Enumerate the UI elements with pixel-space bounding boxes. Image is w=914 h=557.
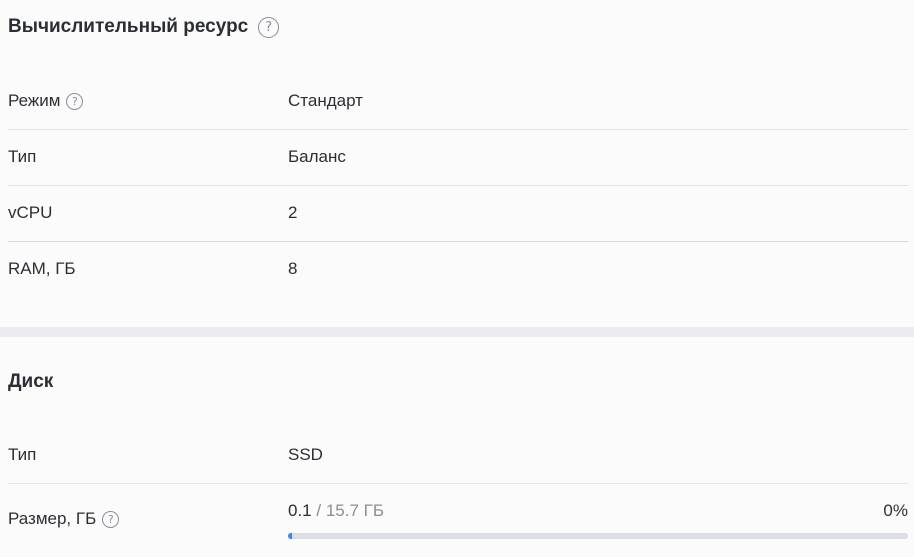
type-value: Баланс	[288, 147, 346, 166]
compute-row-vcpu: vCPU 2	[8, 185, 908, 242]
disk-type-label: Тип	[8, 445, 37, 464]
disk-usage-progress-bar	[288, 533, 908, 539]
vcpu-label: vCPU	[8, 203, 53, 222]
disk-type-value: SSD	[288, 445, 323, 464]
disk-usage-separator: /	[311, 501, 326, 520]
row-label-container: Тип	[8, 147, 288, 167]
disk-usage-progress-fill	[288, 533, 292, 539]
disk-used-value: 0.1	[288, 501, 312, 520]
row-label-container: Размер, ГБ ?	[8, 483, 288, 529]
question-circle-icon[interactable]: ?	[66, 92, 84, 110]
row-label-container: Тип	[8, 445, 288, 465]
question-circle-icon[interactable]: ?	[258, 16, 280, 38]
disk-title-text: Диск	[8, 371, 54, 392]
disk-section-title: Диск	[8, 371, 53, 393]
disk-usage-percent: 0%	[883, 501, 908, 520]
compute-row-type: Тип Баланс	[8, 129, 908, 186]
question-circle-icon[interactable]: ?	[102, 510, 120, 528]
section-divider	[0, 327, 914, 337]
ram-label: RAM, ГБ	[8, 259, 76, 278]
compute-row-ram: RAM, ГБ 8	[8, 241, 908, 297]
compute-resource-section: Вычислительный ресурс ? Режим ? Стандарт…	[0, 0, 914, 327]
mode-value: Стандарт	[288, 91, 363, 110]
disk-section: Диск Тип SSD Размер, ГБ ? 0.1 / 15.7 ГБ …	[0, 337, 914, 557]
row-label-container: RAM, ГБ	[8, 259, 288, 279]
disk-total-value: 15.7 ГБ	[325, 501, 384, 520]
row-label-container: Режим ?	[8, 91, 288, 111]
vcpu-value: 2	[288, 203, 298, 222]
compute-title-text: Вычислительный ресурс	[8, 16, 249, 37]
ram-value: 8	[288, 259, 298, 278]
mode-label: Режим	[8, 91, 61, 110]
row-label-container: vCPU	[8, 203, 288, 223]
disk-row-type: Тип SSD	[8, 427, 908, 484]
type-label: Тип	[8, 147, 37, 166]
compute-section-title: Вычислительный ресурс ?	[8, 16, 280, 38]
disk-usage-text: 0.1 / 15.7 ГБ	[288, 501, 384, 521]
compute-row-mode: Режим ? Стандарт	[8, 73, 908, 130]
disk-size-label: Размер, ГБ	[8, 509, 97, 528]
disk-usage-block: 0.1 / 15.7 ГБ 0%	[288, 483, 908, 557]
disk-row-size: Размер, ГБ ? 0.1 / 15.7 ГБ 0%	[8, 483, 908, 557]
